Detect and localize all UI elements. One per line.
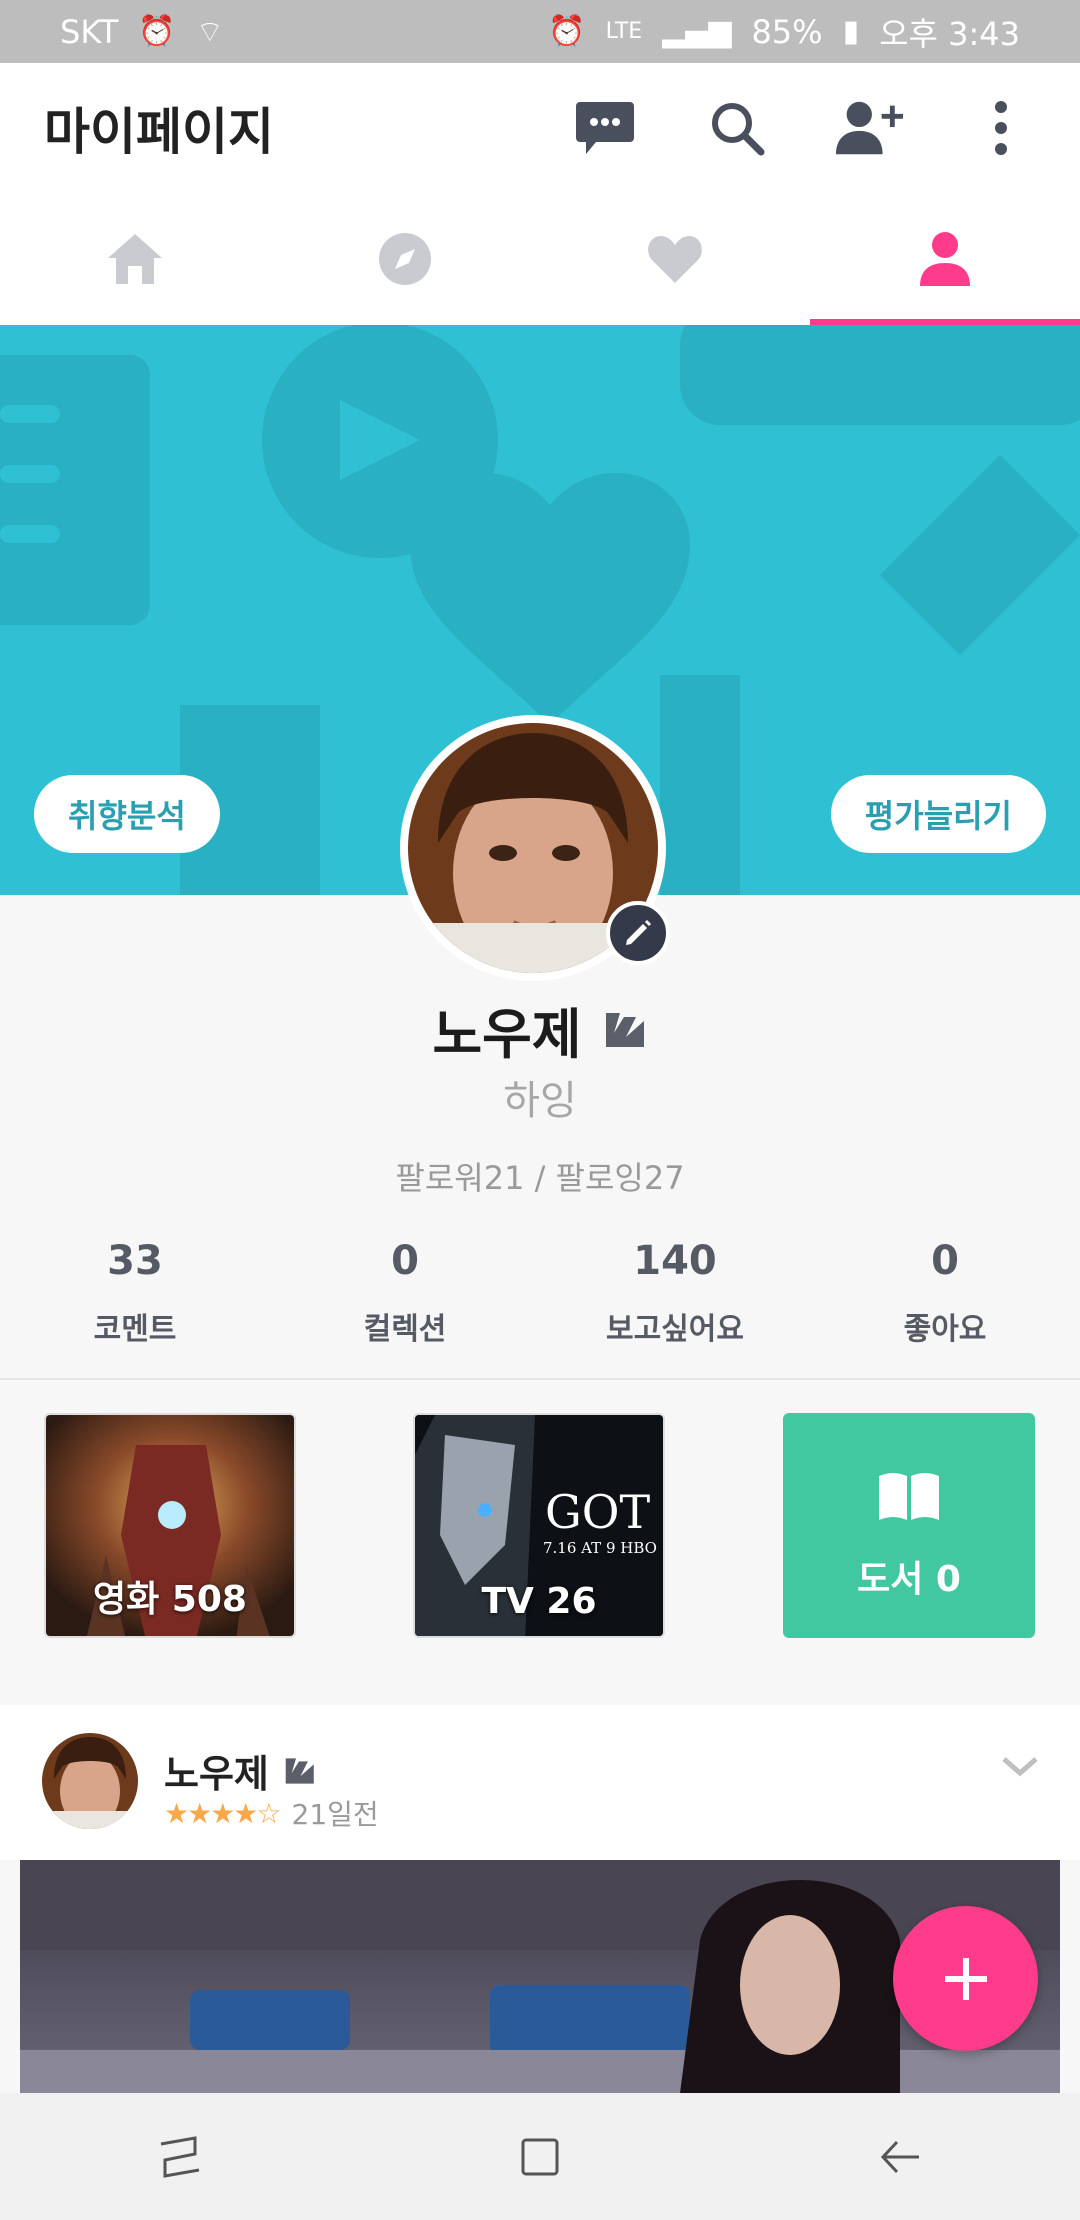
rating-stars: ★★★★☆ bbox=[164, 1796, 282, 1830]
section-divider bbox=[0, 1378, 1080, 1380]
tv-card[interactable]: GOT 7.16 AT 9 HBO TV 26 bbox=[413, 1413, 665, 1638]
stats-row: 33 코멘트 0 컬렉션 140 보고싶어요 0 좋아요 bbox=[0, 1238, 1080, 1348]
tab-my-page[interactable] bbox=[810, 193, 1080, 325]
tab-home[interactable] bbox=[0, 193, 270, 325]
movies-card-label: 영화 508 bbox=[93, 1579, 247, 1620]
stat-value: 0 bbox=[931, 1238, 959, 1284]
heart-icon bbox=[648, 236, 702, 283]
message-button[interactable] bbox=[570, 93, 640, 163]
add-friend-button[interactable] bbox=[834, 93, 904, 163]
tab-bar bbox=[0, 193, 1080, 325]
stat-label: 코멘트 bbox=[93, 1312, 177, 1347]
badge-icon bbox=[285, 1757, 314, 1784]
profile-avatar[interactable] bbox=[400, 715, 670, 981]
edit-profile-button[interactable] bbox=[606, 901, 670, 965]
movies-card[interactable]: 영화 508 bbox=[44, 1413, 296, 1638]
clock-label: 오후 3:43 bbox=[879, 14, 1020, 53]
profile-icon bbox=[920, 232, 970, 286]
stat-collections[interactable]: 0 컬렉션 bbox=[270, 1238, 540, 1348]
more-vertical-icon bbox=[995, 101, 1007, 155]
app-bar: 마이페이지 bbox=[0, 63, 1080, 193]
stat-label: 컬렉션 bbox=[363, 1312, 447, 1347]
feed-item-header[interactable]: 노우제 ★★★★☆ 21일전 bbox=[0, 1705, 1080, 1860]
plus-icon bbox=[944, 1957, 987, 2000]
tv-poster-subtitle: 7.16 AT 9 HBO bbox=[543, 1539, 657, 1557]
chevron-down-icon[interactable] bbox=[1000, 1755, 1040, 1779]
stat-likes[interactable]: 0 좋아요 bbox=[810, 1238, 1080, 1348]
stat-value: 33 bbox=[107, 1238, 163, 1284]
system-nav-bar bbox=[0, 2093, 1080, 2220]
profile-name-row: 노우제 bbox=[0, 990, 1080, 1069]
follow-counts[interactable]: 팔로워21 / 팔로잉27 bbox=[0, 1153, 1080, 1199]
tv-card-label: TV 26 bbox=[481, 1581, 597, 1622]
wifi-icon: ⌔ bbox=[195, 14, 224, 50]
search-icon bbox=[712, 103, 765, 156]
status-bar: SKT ⏰ ⌔ ⏰ LTE ▂▄▆ 85% ▮ 오후 3:43 bbox=[0, 0, 1080, 63]
stat-value: 140 bbox=[633, 1238, 717, 1284]
message-icon bbox=[576, 102, 634, 154]
recent-apps-icon[interactable] bbox=[155, 2132, 205, 2182]
tab-favorites[interactable] bbox=[540, 193, 810, 325]
alarm-icon: ⏰ bbox=[138, 14, 176, 49]
tab-explore[interactable] bbox=[270, 193, 540, 325]
stat-label: 보고싶어요 bbox=[606, 1312, 744, 1347]
network-label: LTE bbox=[605, 19, 643, 44]
add-fab-button[interactable] bbox=[893, 1906, 1038, 2051]
add-user-icon bbox=[835, 101, 904, 155]
books-card[interactable]: 도서 0 bbox=[783, 1413, 1035, 1638]
add-ratings-button[interactable]: 평가늘리기 bbox=[830, 775, 1046, 853]
feed-author-name: 노우제 bbox=[164, 1752, 269, 1796]
pencil-icon bbox=[626, 920, 651, 945]
books-card-label: 도서 0 bbox=[857, 1558, 961, 1600]
feed-avatar[interactable] bbox=[42, 1733, 138, 1829]
battery-label: 85% bbox=[751, 12, 823, 51]
back-icon[interactable] bbox=[875, 2132, 925, 2182]
stat-label: 좋아요 bbox=[903, 1312, 987, 1347]
compass-icon bbox=[379, 233, 431, 285]
profile-status-message: 하잉 bbox=[503, 1078, 577, 1124]
search-button[interactable] bbox=[702, 93, 772, 163]
feed-time: 21일전 bbox=[291, 1798, 379, 1831]
stat-value: 0 bbox=[391, 1238, 419, 1284]
more-button[interactable] bbox=[966, 93, 1036, 163]
stat-comments[interactable]: 33 코멘트 bbox=[0, 1238, 270, 1348]
alarm-clock-icon: ⏰ bbox=[548, 14, 586, 49]
home-button-icon[interactable] bbox=[515, 2132, 565, 2182]
book-icon bbox=[879, 1472, 939, 1520]
home-icon bbox=[108, 234, 162, 284]
carrier-label: SKT bbox=[60, 12, 119, 51]
page-title: 마이페이지 bbox=[44, 103, 274, 161]
taste-analysis-button[interactable]: 취향분석 bbox=[34, 775, 220, 853]
badge-icon bbox=[605, 1012, 644, 1047]
profile-name: 노우제 bbox=[432, 1003, 582, 1066]
battery-icon: ▮ bbox=[842, 14, 860, 49]
stat-want-to-see[interactable]: 140 보고싶어요 bbox=[540, 1238, 810, 1348]
signal-icon: ▂▄▆ bbox=[662, 14, 732, 49]
tv-poster-title: GOT bbox=[545, 1485, 651, 1539]
